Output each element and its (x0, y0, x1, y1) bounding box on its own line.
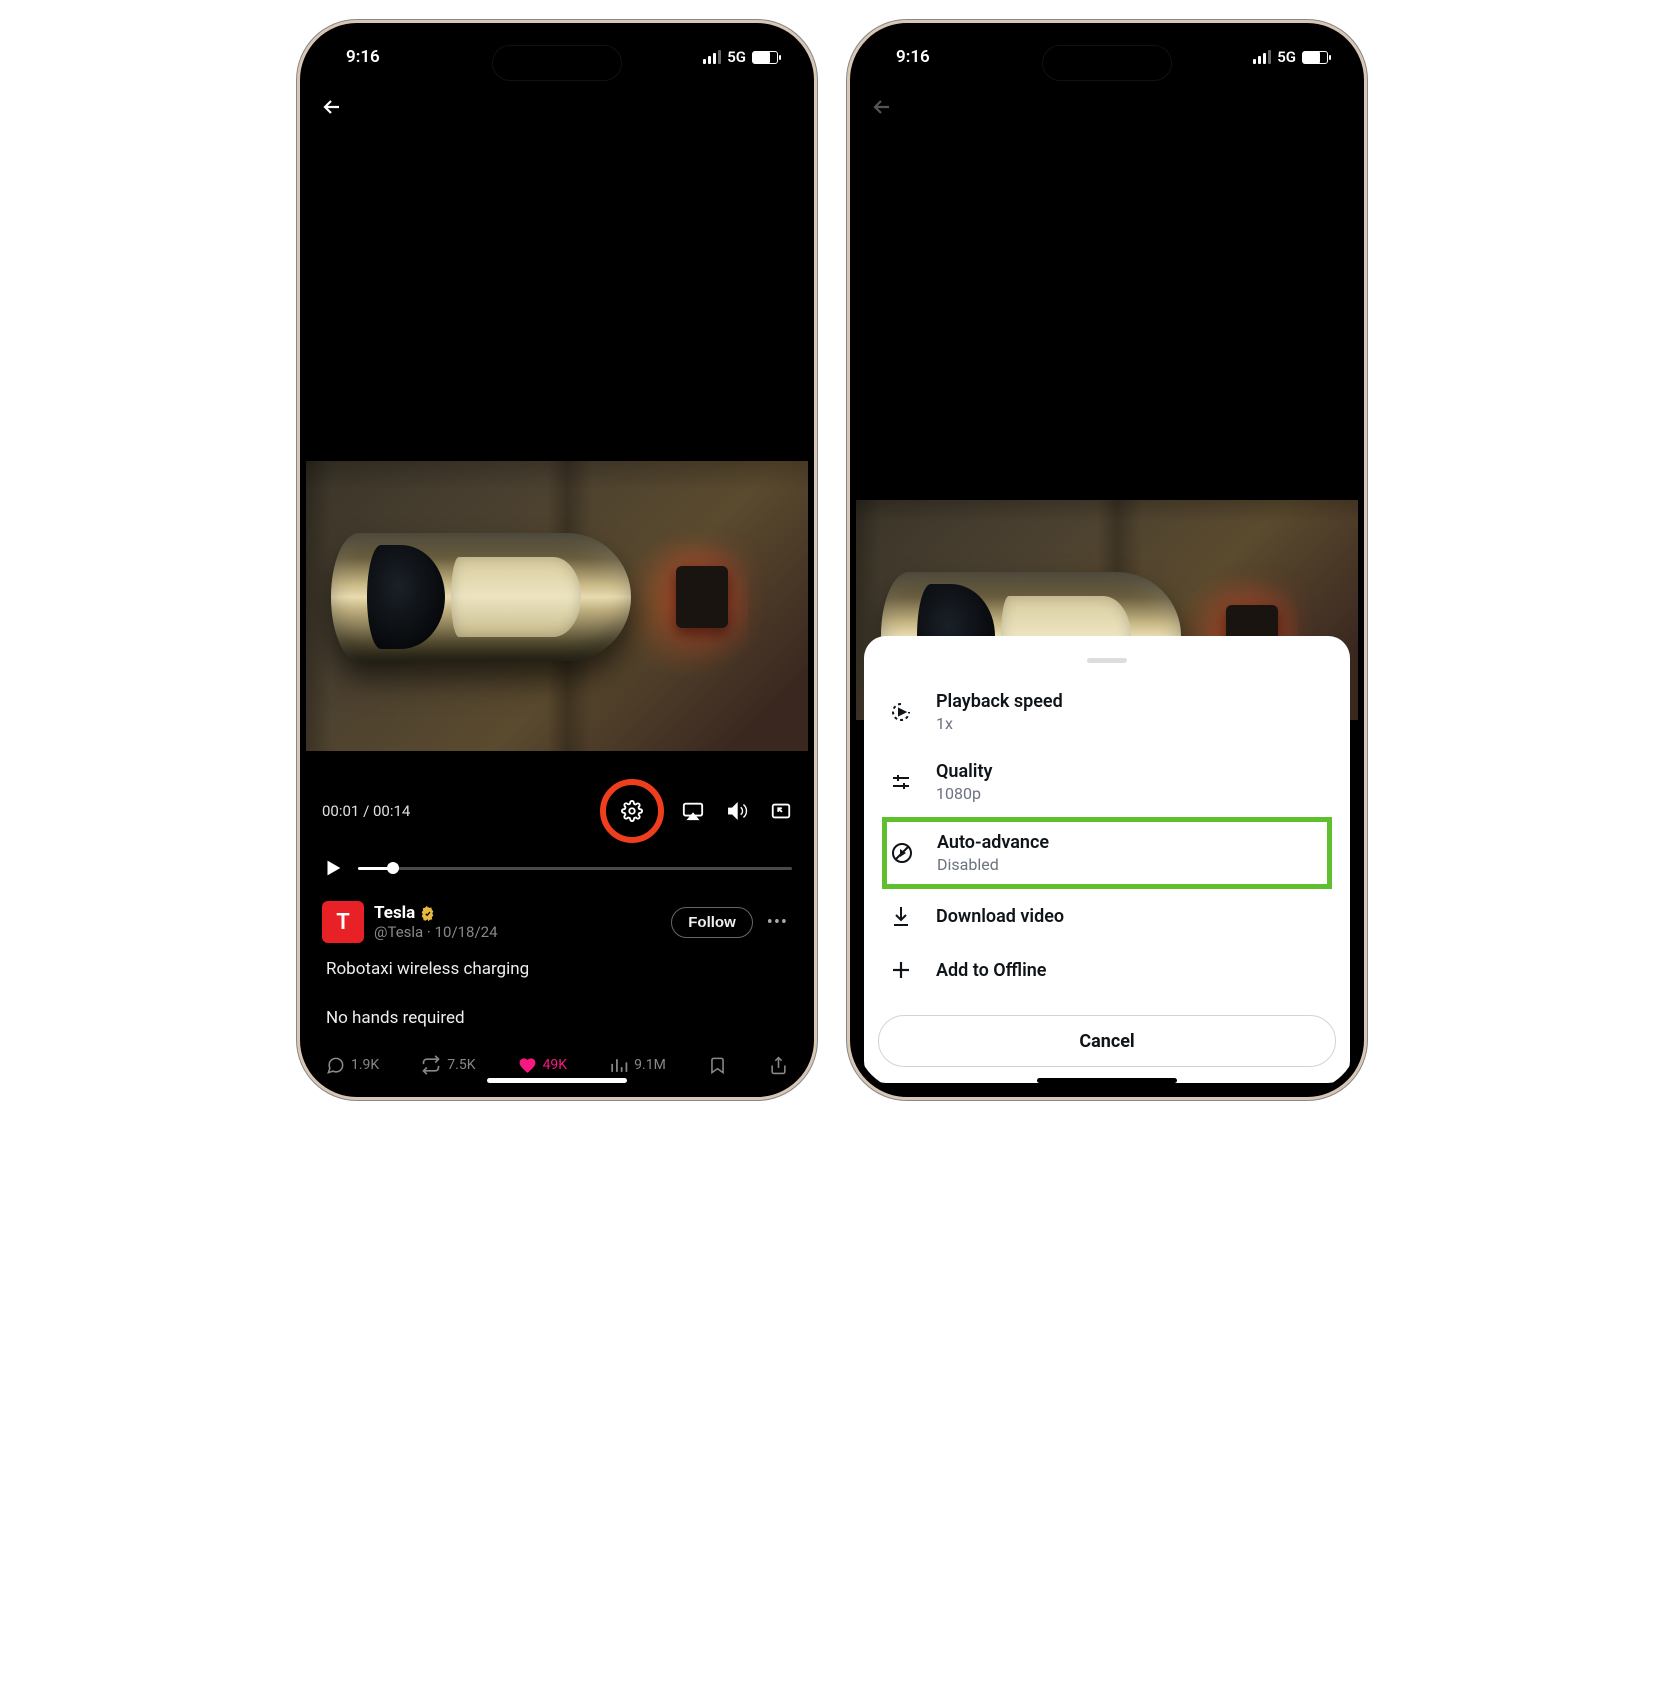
menu-value: Disabled (937, 855, 1049, 874)
verified-badge-icon (419, 905, 436, 922)
video-frame (306, 461, 808, 751)
phone-left: 9:16 5G 00:01 / 00 (297, 20, 817, 1100)
battery-icon (752, 51, 778, 64)
phone-right: 9:16 5G (847, 20, 1367, 1100)
download-icon (888, 903, 914, 929)
battery-icon (1302, 51, 1328, 64)
menu-title: Playback speed (936, 691, 1063, 712)
settings-button-highlight (600, 779, 664, 843)
back-button[interactable] (870, 95, 894, 119)
signal-icon (703, 50, 721, 64)
cancel-button[interactable]: Cancel (878, 1015, 1336, 1067)
status-time: 9:16 (896, 47, 930, 67)
home-indicator[interactable] (487, 1078, 627, 1083)
menu-download[interactable]: Download video (864, 889, 1350, 943)
play-button[interactable] (322, 857, 344, 879)
settings-button[interactable] (621, 800, 643, 822)
quality-icon (888, 769, 914, 795)
views-button[interactable]: 9.1M (609, 1056, 666, 1075)
video-player[interactable]: 00:01 / 00:14 (306, 129, 808, 1091)
volume-button[interactable] (726, 800, 748, 822)
author-name[interactable]: Tesla (374, 903, 415, 923)
avatar[interactable]: T (322, 901, 364, 943)
sheet-handle[interactable] (1087, 658, 1127, 663)
settings-sheet: Playback speed 1x Quality 1080p (864, 636, 1350, 1083)
bookmark-button[interactable] (708, 1056, 727, 1075)
network-label: 5G (1277, 48, 1296, 66)
network-label: 5G (727, 48, 746, 66)
signal-icon (1253, 50, 1271, 64)
menu-quality[interactable]: Quality 1080p (864, 747, 1350, 817)
menu-title: Auto-advance (937, 832, 1049, 853)
menu-playback-speed[interactable]: Playback speed 1x (864, 677, 1350, 747)
menu-add-offline[interactable]: Add to Offline (864, 943, 1350, 997)
post-text: Robotaxi wireless charging No hands requ… (322, 943, 792, 1031)
menu-title: Add to Offline (936, 960, 1047, 981)
auto-advance-icon (889, 840, 915, 866)
home-indicator[interactable] (1037, 1078, 1177, 1083)
menu-value: 1080p (936, 784, 992, 803)
reply-button[interactable]: 1.9K (326, 1056, 379, 1075)
nav-bar (306, 85, 808, 129)
status-time: 9:16 (346, 47, 380, 67)
progress-bar[interactable] (358, 867, 792, 870)
author-handle[interactable]: @Tesla · 10/18/24 (374, 923, 661, 941)
plus-icon (888, 957, 914, 983)
time-display: 00:01 / 00:14 (322, 802, 410, 820)
follow-button[interactable]: Follow (671, 907, 753, 938)
back-button[interactable] (320, 95, 344, 119)
pip-button[interactable] (770, 800, 792, 822)
retweet-button[interactable]: 7.5K (421, 1055, 475, 1075)
playback-speed-icon (888, 699, 914, 725)
airplay-button[interactable] (682, 800, 704, 822)
menu-title: Quality (936, 761, 992, 782)
more-button[interactable]: ••• (763, 912, 792, 933)
dynamic-island (1042, 45, 1172, 81)
share-button[interactable] (769, 1056, 788, 1075)
like-button[interactable]: 49K (518, 1056, 568, 1075)
menu-value: 1x (936, 714, 1063, 733)
menu-auto-advance[interactable]: Auto-advance Disabled (889, 832, 1321, 874)
dynamic-island (492, 45, 622, 81)
nav-bar (856, 85, 1358, 129)
menu-title: Download video (936, 906, 1064, 927)
engagement-bar: 1.9K 7.5K 49K 9.1M (318, 1039, 796, 1083)
auto-advance-highlight: Auto-advance Disabled (882, 817, 1332, 889)
